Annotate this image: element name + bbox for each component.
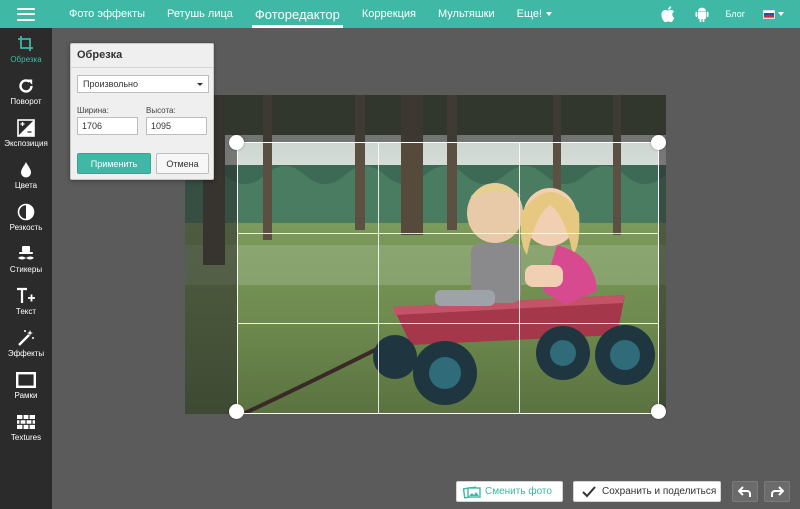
chevron-down-icon (197, 83, 203, 86)
tool-label: Textures (10, 433, 42, 442)
apply-button[interactable]: Применить (77, 153, 151, 174)
crop-handle-bottom-left[interactable] (229, 404, 244, 419)
crop-dim-top (185, 95, 666, 142)
android-icon[interactable] (692, 4, 712, 24)
top-bar: Фото эффекты Ретушь лица Фоторедактор Ко… (0, 0, 800, 28)
grid-line (238, 233, 658, 234)
crop-handle-bottom-right[interactable] (651, 404, 666, 419)
crop-dim-left (185, 142, 237, 414)
tool-label: Поворот (10, 97, 42, 106)
tool-textures[interactable]: Textures (0, 406, 52, 448)
photos-icon (463, 485, 481, 499)
divider (71, 67, 213, 68)
tool-label: Текст (15, 307, 37, 316)
nav-correction[interactable]: Коррекция (351, 0, 427, 28)
chevron-down-icon (546, 12, 553, 16)
aspect-ratio-value: Произвольно (83, 79, 139, 89)
undo-icon (738, 485, 751, 497)
hat-mustache-icon (16, 244, 36, 264)
nav-photo-editor[interactable]: Фоторедактор (244, 0, 351, 28)
tool-label: Эффекты (7, 349, 45, 358)
tool-exposure[interactable]: Экспозиция (0, 112, 52, 154)
menu-button[interactable] (0, 0, 52, 28)
save-and-share-button[interactable]: Сохранить и поделиться (573, 481, 721, 502)
tool-sharpness[interactable]: Резкость (0, 196, 52, 238)
tool-sidebar: Обрезка Поворот Экспозиция Цвета Резкост… (0, 28, 52, 509)
grid-line (238, 323, 658, 324)
blog-link[interactable]: Блог (726, 9, 745, 19)
width-input[interactable] (77, 117, 138, 135)
crop-icon (16, 34, 36, 54)
tool-rotate[interactable]: Поворот (0, 70, 52, 112)
top-right-links: Блог (644, 0, 784, 28)
magic-wand-icon (16, 328, 36, 348)
tool-colors[interactable]: Цвета (0, 154, 52, 196)
tool-label: Цвета (14, 181, 38, 190)
tool-stickers[interactable]: Стикеры (0, 238, 52, 280)
tool-label: Стикеры (9, 265, 43, 274)
cancel-button[interactable]: Отмена (156, 153, 209, 174)
frame-icon (16, 370, 36, 390)
nav-photo-effects[interactable]: Фото эффекты (58, 0, 156, 28)
bricks-icon (16, 412, 36, 432)
aspect-ratio-select[interactable]: Произвольно (77, 75, 209, 93)
crop-selection[interactable] (237, 142, 659, 414)
russia-flag-icon (763, 9, 775, 19)
redo-icon (771, 485, 784, 497)
crop-panel-title: Обрезка (77, 49, 123, 61)
change-photo-button[interactable]: Сменить фото (456, 481, 563, 502)
language-selector[interactable] (763, 9, 784, 19)
exposure-icon (16, 118, 36, 138)
checkmark-icon (580, 485, 598, 499)
tool-text[interactable]: Текст (0, 280, 52, 322)
tool-label: Рамки (14, 391, 38, 400)
change-photo-label: Сменить фото (485, 486, 552, 497)
width-label: Ширина: (77, 106, 109, 115)
top-nav: Фото эффекты Ретушь лица Фоторедактор Ко… (58, 0, 563, 28)
height-input[interactable] (146, 117, 207, 135)
grid-line (378, 143, 379, 413)
crop-panel: Обрезка Произвольно Ширина: Высота: Прим… (70, 43, 214, 180)
crop-handle-top-right[interactable] (651, 135, 666, 150)
tool-frames[interactable]: Рамки (0, 364, 52, 406)
nav-face-retouch[interactable]: Ретушь лица (156, 0, 244, 28)
drop-icon (16, 160, 36, 180)
save-and-share-label: Сохранить и поделиться (602, 486, 717, 497)
grid-line (519, 143, 520, 413)
tool-crop[interactable]: Обрезка (0, 28, 52, 70)
tool-label: Обрезка (10, 55, 42, 64)
sharpness-icon (16, 202, 36, 222)
redo-button[interactable] (764, 481, 790, 502)
tool-label: Экспозиция (4, 139, 48, 148)
hamburger-icon (17, 7, 35, 21)
tool-label: Резкость (9, 223, 43, 232)
undo-button[interactable] (732, 481, 758, 502)
tool-effects[interactable]: Эффекты (0, 322, 52, 364)
nav-more-dropdown[interactable]: Еще! (506, 0, 563, 28)
nav-cartoons[interactable]: Мультяшки (427, 0, 506, 28)
crop-dim-right (659, 142, 666, 414)
rotate-icon (16, 76, 36, 96)
chevron-down-icon (778, 12, 784, 16)
text-icon (16, 286, 36, 306)
apple-icon[interactable] (658, 4, 678, 24)
height-label: Высота: (146, 106, 176, 115)
crop-handle-top-left[interactable] (229, 135, 244, 150)
